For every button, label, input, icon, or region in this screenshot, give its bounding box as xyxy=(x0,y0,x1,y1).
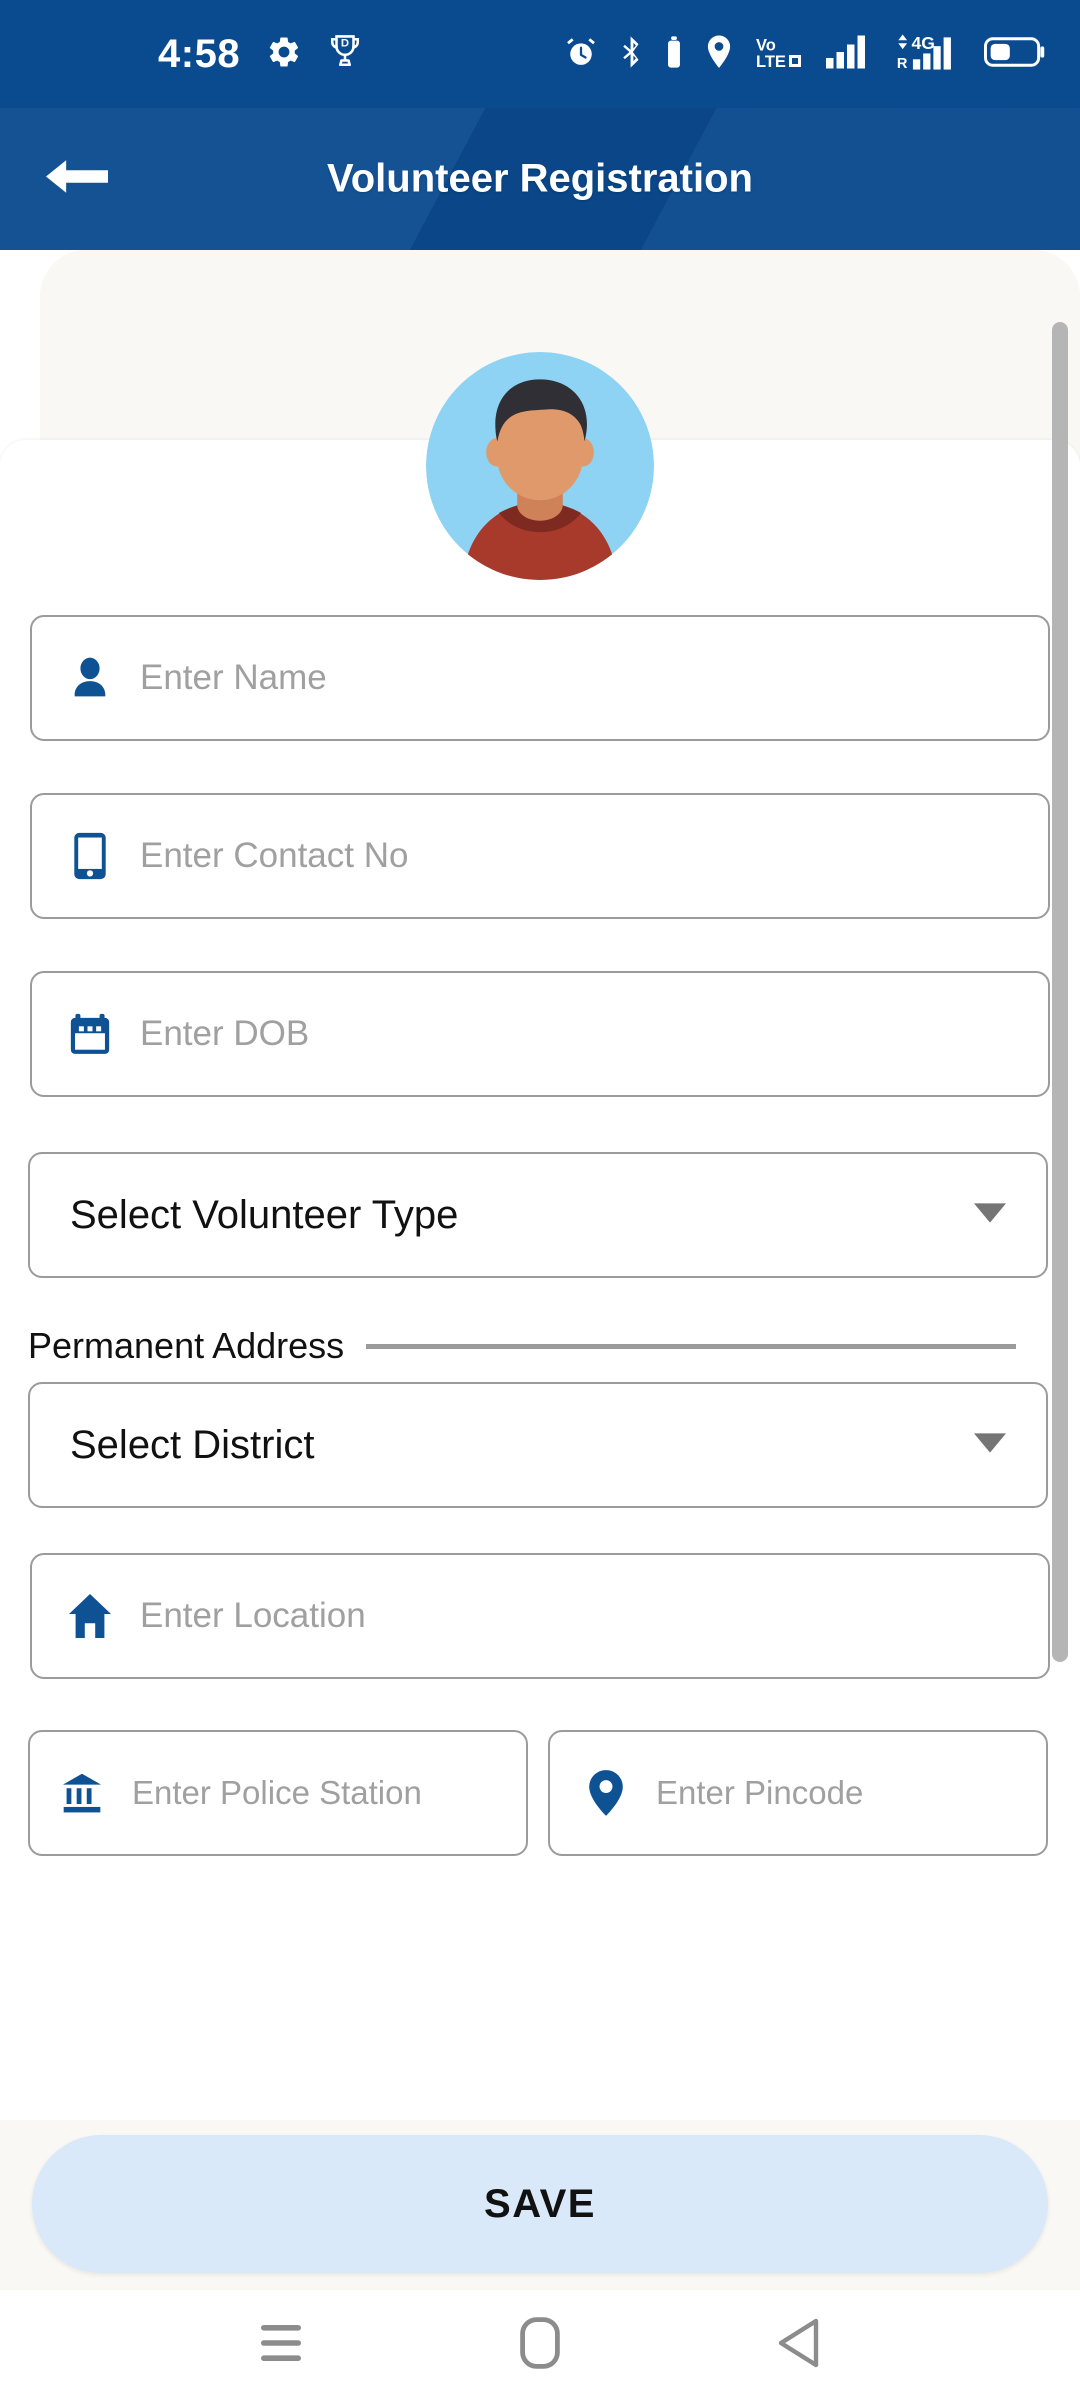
trophy-d-icon: D xyxy=(328,33,362,76)
chevron-down-icon xyxy=(974,1202,1006,1228)
svg-text:Vo: Vo xyxy=(756,36,776,54)
alarm-icon xyxy=(564,35,598,74)
svg-text:R: R xyxy=(897,56,908,71)
pincode-placeholder: Enter Pincode xyxy=(656,1774,864,1811)
calendar-icon xyxy=(62,1011,118,1057)
pincode-field[interactable]: Enter Pincode xyxy=(548,1730,1048,1856)
signal-bars-icon xyxy=(826,34,874,75)
contact-field[interactable]: Enter Contact No xyxy=(30,793,1050,919)
roaming-4g-signal-icon: R 4G xyxy=(896,33,962,76)
volunteer-type-dropdown[interactable]: Select Volunteer Type xyxy=(28,1152,1048,1278)
battery-icon xyxy=(984,35,1046,74)
gear-icon xyxy=(266,34,302,75)
recents-button[interactable] xyxy=(257,2323,305,2368)
bank-icon xyxy=(54,1771,110,1815)
dob-field[interactable]: Enter DOB xyxy=(30,971,1050,1097)
home-square-icon xyxy=(520,2316,560,2369)
location-field[interactable]: Enter Location xyxy=(30,1553,1050,1679)
avatar[interactable] xyxy=(426,352,654,580)
location-icon xyxy=(704,34,734,75)
name-field[interactable]: Enter Name xyxy=(30,615,1050,741)
permanent-district-dropdown[interactable]: Select District xyxy=(28,1382,1048,1508)
section-divider xyxy=(366,1343,1017,1349)
bluetooth-icon xyxy=(620,35,644,74)
map-pin-icon xyxy=(578,1769,634,1817)
status-time: 4:58 xyxy=(158,32,241,76)
back-triangle-icon xyxy=(778,2318,818,2367)
chevron-down-icon xyxy=(974,1432,1006,1458)
page-title: Volunteer Registration xyxy=(327,156,753,201)
home-button[interactable] xyxy=(520,2316,560,2374)
police-station-field[interactable]: Enter Police Station xyxy=(28,1730,528,1856)
volte-icon: Vo LTE xyxy=(756,34,804,75)
user-avatar-illustration xyxy=(426,352,654,580)
svg-text:D: D xyxy=(341,37,349,49)
hamburger-icon xyxy=(261,2324,302,2361)
permanent-address-label: Permanent Address xyxy=(28,1325,345,1366)
vertical-scrollbar[interactable] xyxy=(1052,322,1068,1662)
status-bar: 4:58 D Vo LTE R 4G xyxy=(0,0,1080,108)
phone-icon xyxy=(62,832,118,880)
status-bar-left: 4:58 D xyxy=(158,33,362,76)
police-station-placeholder: Enter Police Station xyxy=(132,1774,422,1811)
android-nav-bar xyxy=(0,2290,1080,2400)
dob-placeholder: Enter DOB xyxy=(140,1014,310,1053)
status-bar-right: Vo LTE R 4G xyxy=(564,33,1046,76)
person-icon xyxy=(62,655,118,701)
app-header: Volunteer Registration xyxy=(0,108,1080,250)
location-placeholder: Enter Location xyxy=(140,1596,366,1635)
home-icon xyxy=(62,1593,118,1639)
name-placeholder: Enter Name xyxy=(140,658,327,697)
svg-text:4G: 4G xyxy=(911,33,934,53)
registration-form: Enter Name Enter Contact No Enter DOB Se… xyxy=(0,440,1080,2140)
contact-placeholder: Enter Contact No xyxy=(140,836,409,875)
permanent-district-value: Select District xyxy=(70,1422,315,1467)
back-button-nav[interactable] xyxy=(775,2317,823,2374)
save-button[interactable]: SAVE xyxy=(32,2135,1048,2273)
bluetooth-battery-icon xyxy=(666,35,682,74)
permanent-address-section: Permanent Address xyxy=(28,1325,1050,1367)
svg-text:LTE: LTE xyxy=(756,53,786,70)
volunteer-type-value: Select Volunteer Type xyxy=(70,1192,459,1237)
